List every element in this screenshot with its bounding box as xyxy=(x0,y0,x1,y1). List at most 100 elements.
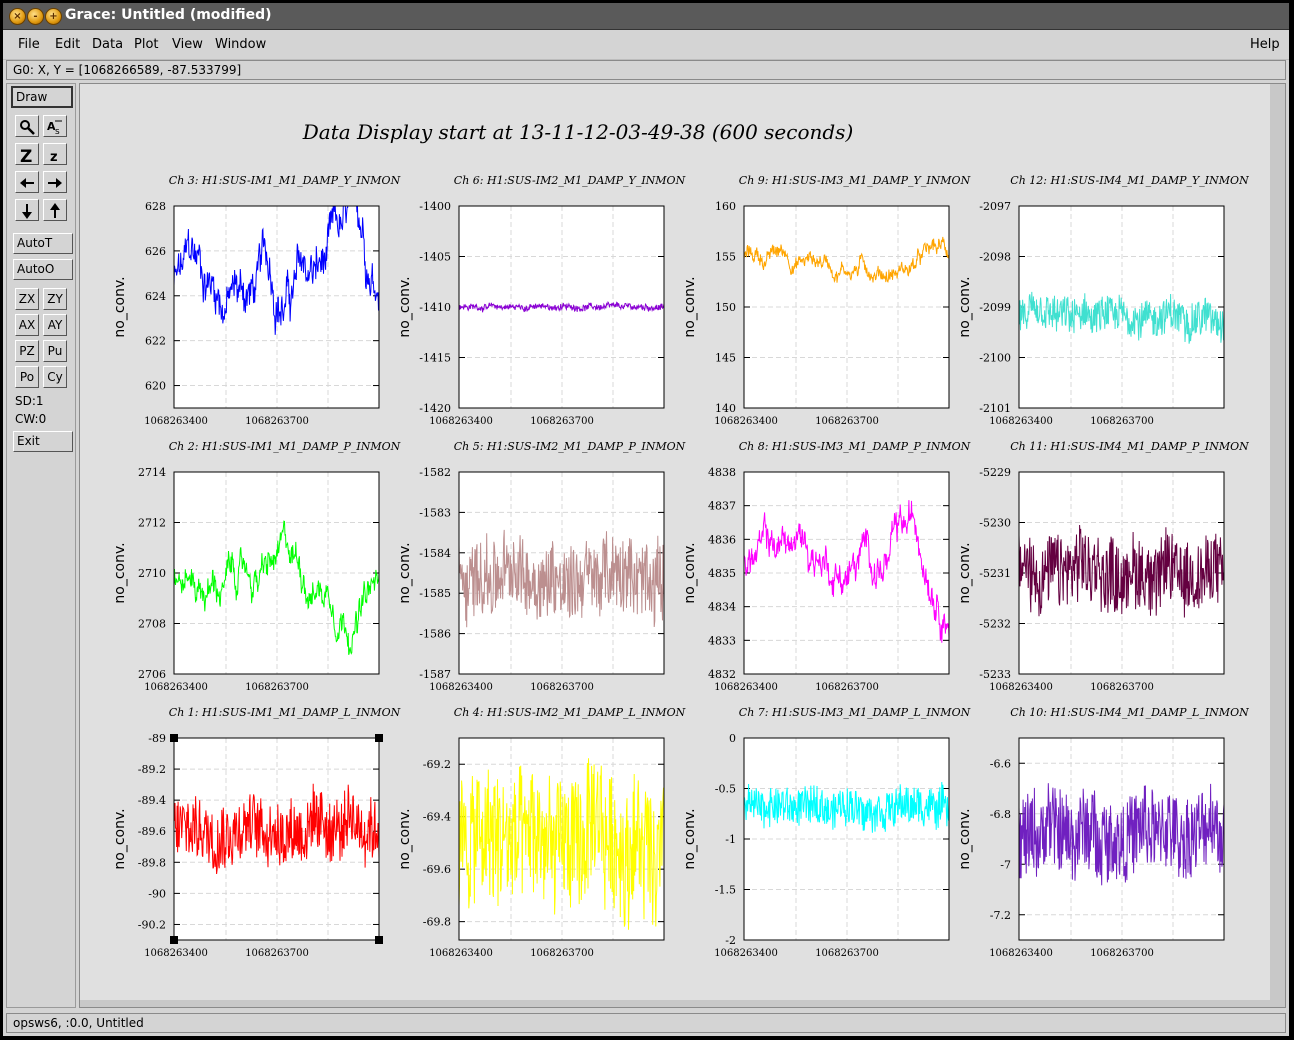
cy-button[interactable]: Cy xyxy=(43,366,67,388)
draw-button[interactable]: Draw xyxy=(11,86,73,108)
y-tick-label: 2710 xyxy=(138,567,166,580)
y-tick-label: -1585 xyxy=(419,587,451,600)
y-tick-label: 4835 xyxy=(708,567,736,580)
zx-button[interactable]: ZX xyxy=(15,288,39,310)
ax-button[interactable]: AX xyxy=(15,314,39,336)
y-tick-label: 622 xyxy=(145,335,166,348)
x-tick-label: 1068263700 xyxy=(1090,682,1154,693)
y-tick-label: -2 xyxy=(725,934,736,947)
y-tick-label: -89 xyxy=(148,732,166,745)
y-tick-label: -1420 xyxy=(419,402,451,415)
y-tick-label: -2098 xyxy=(979,251,1011,264)
zoom-in-button[interactable]: Z xyxy=(15,143,39,165)
maximize-icon[interactable]: + xyxy=(45,8,62,25)
zy-button[interactable]: ZY xyxy=(43,288,67,310)
menu-edit[interactable]: Edit xyxy=(55,37,80,52)
selection-handle[interactable] xyxy=(170,734,178,742)
x-tick-label: 1068263700 xyxy=(530,682,594,693)
x-tick-label: 1068263400 xyxy=(144,948,208,959)
x-tick-label: 1068263700 xyxy=(815,416,879,427)
y-tick-label: -89.8 xyxy=(138,856,166,869)
y-tick-label: -69.2 xyxy=(423,758,451,771)
y-axis-label: no_conv. xyxy=(957,542,973,603)
x-tick-label: 1068263400 xyxy=(429,416,493,427)
y-tick-label: -2100 xyxy=(979,352,1011,365)
x-tick-label: 1068263400 xyxy=(714,682,778,693)
menu-view[interactable]: View xyxy=(172,37,203,52)
y-axis-label: no_conv. xyxy=(682,808,698,869)
autoo-button[interactable]: AutoO xyxy=(13,259,73,280)
chart-panel[interactable]: Ch 1: H1:SUS-IM1_M1_DAMP_L_INMON-89 -89.2… xyxy=(112,706,401,959)
y-tick-label: -1405 xyxy=(419,251,451,264)
x-tick-label: 1068263700 xyxy=(245,416,309,427)
y-tick-label: -2097 xyxy=(979,200,1011,213)
left-arrow-icon xyxy=(20,178,34,188)
close-icon[interactable]: × xyxy=(9,8,26,25)
autot-button[interactable]: AutoT xyxy=(13,233,73,254)
y-tick-label: -2101 xyxy=(979,402,1011,415)
autoscale-button[interactable]: As xyxy=(43,115,67,137)
plot-svg[interactable]: Data Display start at 13-11-12-03-49-38 … xyxy=(80,84,1285,1007)
scroll-up-button[interactable] xyxy=(43,199,67,221)
y-axis-label: no_conv. xyxy=(112,542,128,603)
y-axis-label: no_conv. xyxy=(112,276,128,337)
minimize-icon[interactable]: - xyxy=(27,8,44,25)
pu-button[interactable]: Pu xyxy=(43,340,67,362)
y-tick-label: -0.5 xyxy=(715,783,736,796)
right-arrow-icon xyxy=(48,178,62,188)
y-tick-label: 624 xyxy=(145,290,166,303)
y-tick-label: -7.2 xyxy=(990,909,1011,922)
x-tick-label: 1068263400 xyxy=(429,682,493,693)
y-tick-label: -1.5 xyxy=(715,884,736,897)
selection-handle[interactable] xyxy=(170,936,178,944)
y-tick-label: -5233 xyxy=(979,668,1011,681)
magnify-button[interactable] xyxy=(15,115,39,137)
x-tick-label: 1068263400 xyxy=(429,948,493,959)
y-tick-label: -69.6 xyxy=(423,863,451,876)
po-button[interactable]: Po xyxy=(15,366,39,388)
chart-title: Ch 2: H1:SUS-IM1_M1_DAMP_P_INMON xyxy=(169,440,401,453)
menu-plot[interactable]: Plot xyxy=(134,37,159,52)
y-tick-label: -7 xyxy=(1000,858,1011,871)
y-tick-label: -1400 xyxy=(419,200,451,213)
y-tick-label: 2714 xyxy=(138,466,166,479)
y-tick-label: -1584 xyxy=(419,547,451,560)
y-tick-label: -1 xyxy=(725,833,736,846)
y-axis-label: no_conv. xyxy=(112,808,128,869)
menu-window[interactable]: Window xyxy=(215,37,266,52)
x-tick-label: 1068263400 xyxy=(144,682,208,693)
zoom-in-icon: Z xyxy=(20,147,32,164)
menu-data[interactable]: Data xyxy=(92,37,123,52)
exit-button[interactable]: Exit xyxy=(13,431,73,452)
x-tick-label: 1068263700 xyxy=(1090,416,1154,427)
zoom-out-button[interactable]: z xyxy=(43,143,67,165)
y-tick-label: -1587 xyxy=(419,668,451,681)
autoscale-icon: As xyxy=(47,120,62,136)
magnify-icon xyxy=(20,120,35,135)
chart-title: Ch 7: H1:SUS-IM3_M1_DAMP_L_INMON xyxy=(739,706,971,719)
pz-button[interactable]: PZ xyxy=(15,340,39,362)
selection-handle[interactable] xyxy=(375,734,383,742)
y-tick-label: 4836 xyxy=(708,533,736,546)
selection-handle[interactable] xyxy=(375,936,383,944)
ay-button[interactable]: AY xyxy=(43,314,67,336)
chart-title: Ch 8: H1:SUS-IM3_M1_DAMP_P_INMON xyxy=(739,440,971,453)
y-tick-label: -90.2 xyxy=(138,918,166,931)
y-tick-label: 2712 xyxy=(138,517,166,530)
menu-help[interactable]: Help xyxy=(1250,37,1280,52)
y-tick-label: 2706 xyxy=(138,668,166,681)
y-tick-label: -5230 xyxy=(979,517,1011,530)
y-tick-label: 160 xyxy=(715,200,736,213)
titlebar: × - + Grace: Untitled (modified) xyxy=(3,3,1289,30)
x-tick-label: 1068263400 xyxy=(989,416,1053,427)
scroll-right-button[interactable] xyxy=(43,171,67,193)
y-tick-label: 150 xyxy=(715,301,736,314)
scroll-down-button[interactable] xyxy=(15,199,39,221)
x-tick-label: 1068263700 xyxy=(245,682,309,693)
x-tick-label: 1068263700 xyxy=(815,682,879,693)
y-tick-label: 145 xyxy=(715,352,736,365)
scroll-left-button[interactable] xyxy=(15,171,39,193)
menu-file[interactable]: File xyxy=(18,37,40,52)
chart-title: Ch 3: H1:SUS-IM1_M1_DAMP_Y_INMON xyxy=(169,174,401,187)
plot-canvas[interactable]: Data Display start at 13-11-12-03-49-38 … xyxy=(79,83,1286,1008)
